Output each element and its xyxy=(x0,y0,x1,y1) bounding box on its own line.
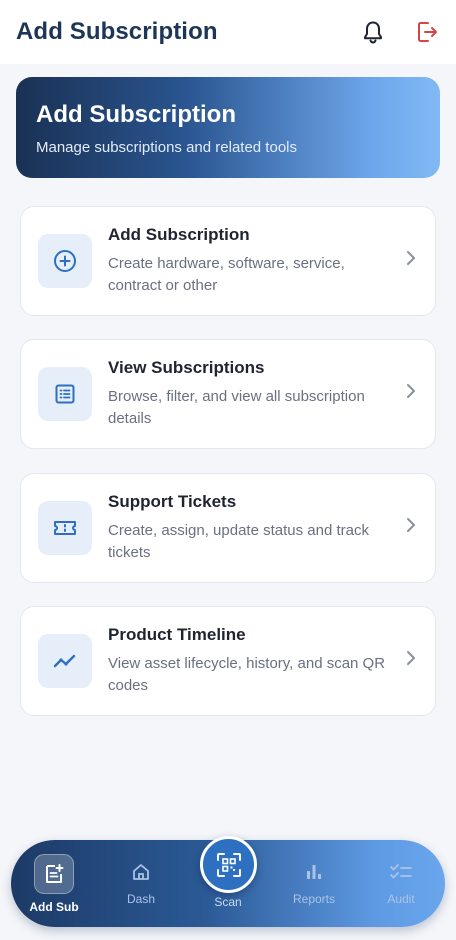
card-description: View asset lifecycle, history, and scan … xyxy=(108,655,386,694)
page-title: Add Subscription xyxy=(16,18,218,45)
card-icon-badge xyxy=(38,234,92,288)
bar-chart-icon xyxy=(278,858,350,886)
card-description: Browse, filter, and view all subscriptio… xyxy=(108,388,365,427)
nav-label: Audit xyxy=(387,892,415,906)
product-timeline-card[interactable]: Product Timeline View asset lifecycle, h… xyxy=(20,606,436,716)
hero-subtitle: Manage subscriptions and related tools xyxy=(36,139,297,156)
header-actions xyxy=(360,19,440,45)
trend-icon xyxy=(53,654,76,668)
notifications-button[interactable] xyxy=(360,19,386,45)
chevron-right-icon xyxy=(403,517,419,533)
card-title: Support Tickets xyxy=(108,492,237,511)
logout-button[interactable] xyxy=(414,19,440,45)
nav-reports[interactable]: Reports xyxy=(278,858,350,906)
card-title: View Subscriptions xyxy=(108,358,265,377)
chevron-right-icon xyxy=(403,250,419,266)
card-icon-badge xyxy=(38,367,92,421)
nav-add-sub[interactable]: Add Sub xyxy=(18,854,90,914)
plus-circle-icon xyxy=(54,250,76,272)
view-subscriptions-card[interactable]: View Subscriptions Browse, filter, and v… xyxy=(20,339,436,449)
list-icon xyxy=(55,384,75,404)
scan-button[interactable] xyxy=(200,836,257,893)
card-description: Create, assign, update status and track … xyxy=(108,522,369,561)
logout-icon xyxy=(418,22,437,42)
ticket-icon xyxy=(54,521,76,535)
add-subscription-card[interactable]: Add Subscription Create hardware, softwa… xyxy=(20,206,436,316)
chevron-right-icon xyxy=(403,383,419,399)
card-icon-badge xyxy=(38,634,92,688)
checklist-icon xyxy=(365,858,437,886)
support-tickets-card[interactable]: Support Tickets Create, assign, update s… xyxy=(20,473,436,583)
card-title: Product Timeline xyxy=(108,625,246,644)
card-title: Add Subscription xyxy=(108,225,250,244)
hero-title: Add Subscription xyxy=(36,101,236,128)
nav-audit[interactable]: Audit xyxy=(365,858,437,906)
qr-scan-icon xyxy=(216,852,241,877)
nav-label: Dash xyxy=(126,892,155,906)
home-icon xyxy=(105,858,177,886)
nav-label: Add Sub xyxy=(29,900,79,914)
hero-banner: Add Subscription Manage subscriptions an… xyxy=(16,77,440,178)
nav-scan-label[interactable]: Scan xyxy=(198,895,258,909)
nav-label: Reports xyxy=(292,892,336,906)
add-document-icon xyxy=(34,854,74,894)
app-header: Add Subscription xyxy=(0,0,456,64)
bell-icon xyxy=(364,21,382,44)
chevron-right-icon xyxy=(403,650,419,666)
card-icon-badge xyxy=(38,501,92,555)
nav-dash[interactable]: Dash xyxy=(105,858,177,906)
card-description: Create hardware, software, service, cont… xyxy=(108,255,345,294)
